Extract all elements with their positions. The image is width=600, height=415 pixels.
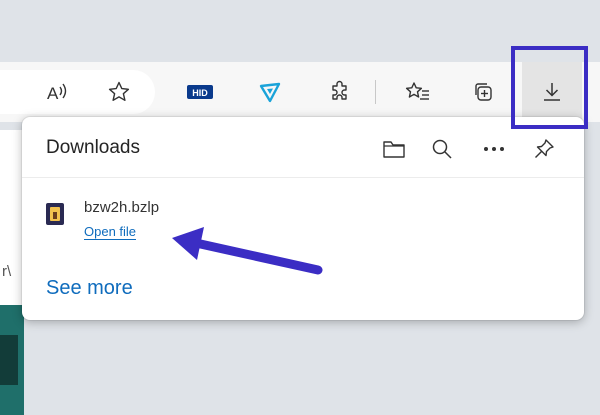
downloads-panel: Downloads bzw2h.bzlp Open file See more	[22, 117, 584, 320]
favorite-star-icon[interactable]	[101, 74, 137, 110]
toolbar-separator	[375, 80, 376, 104]
see-more-link[interactable]: See more	[46, 277, 133, 300]
favorites-icon[interactable]	[400, 74, 436, 110]
shield-extension-icon[interactable]	[252, 74, 288, 110]
file-type-icon	[46, 203, 64, 225]
downloads-panel-title: Downloads	[46, 137, 140, 158]
search-icon	[432, 139, 452, 159]
pin-panel-button[interactable]	[528, 133, 560, 165]
more-options-icon	[484, 147, 504, 151]
page-content-edge: r\	[0, 130, 24, 415]
tab-strip	[0, 0, 600, 62]
more-options-button[interactable]	[478, 133, 510, 165]
open-downloads-folder-button[interactable]	[378, 133, 410, 165]
open-file-link[interactable]: Open file	[84, 224, 137, 240]
panel-divider	[22, 177, 584, 178]
download-file-name: bzw2h.bzlp	[84, 199, 160, 216]
search-downloads-button[interactable]	[426, 133, 458, 165]
downloads-highlight-box	[511, 46, 588, 129]
svg-text:HID: HID	[192, 88, 208, 98]
hid-extension-icon[interactable]: HID	[182, 74, 218, 110]
read-aloud-icon[interactable]: A	[40, 74, 76, 110]
collections-icon[interactable]	[466, 74, 502, 110]
page-image-edge	[0, 335, 18, 385]
pin-icon	[535, 139, 554, 158]
folder-icon	[383, 141, 405, 158]
extensions-icon[interactable]	[322, 74, 358, 110]
svg-text:A: A	[47, 84, 59, 103]
browser-toolbar: A HID	[0, 62, 600, 122]
page-text-edge: r\	[2, 263, 12, 280]
